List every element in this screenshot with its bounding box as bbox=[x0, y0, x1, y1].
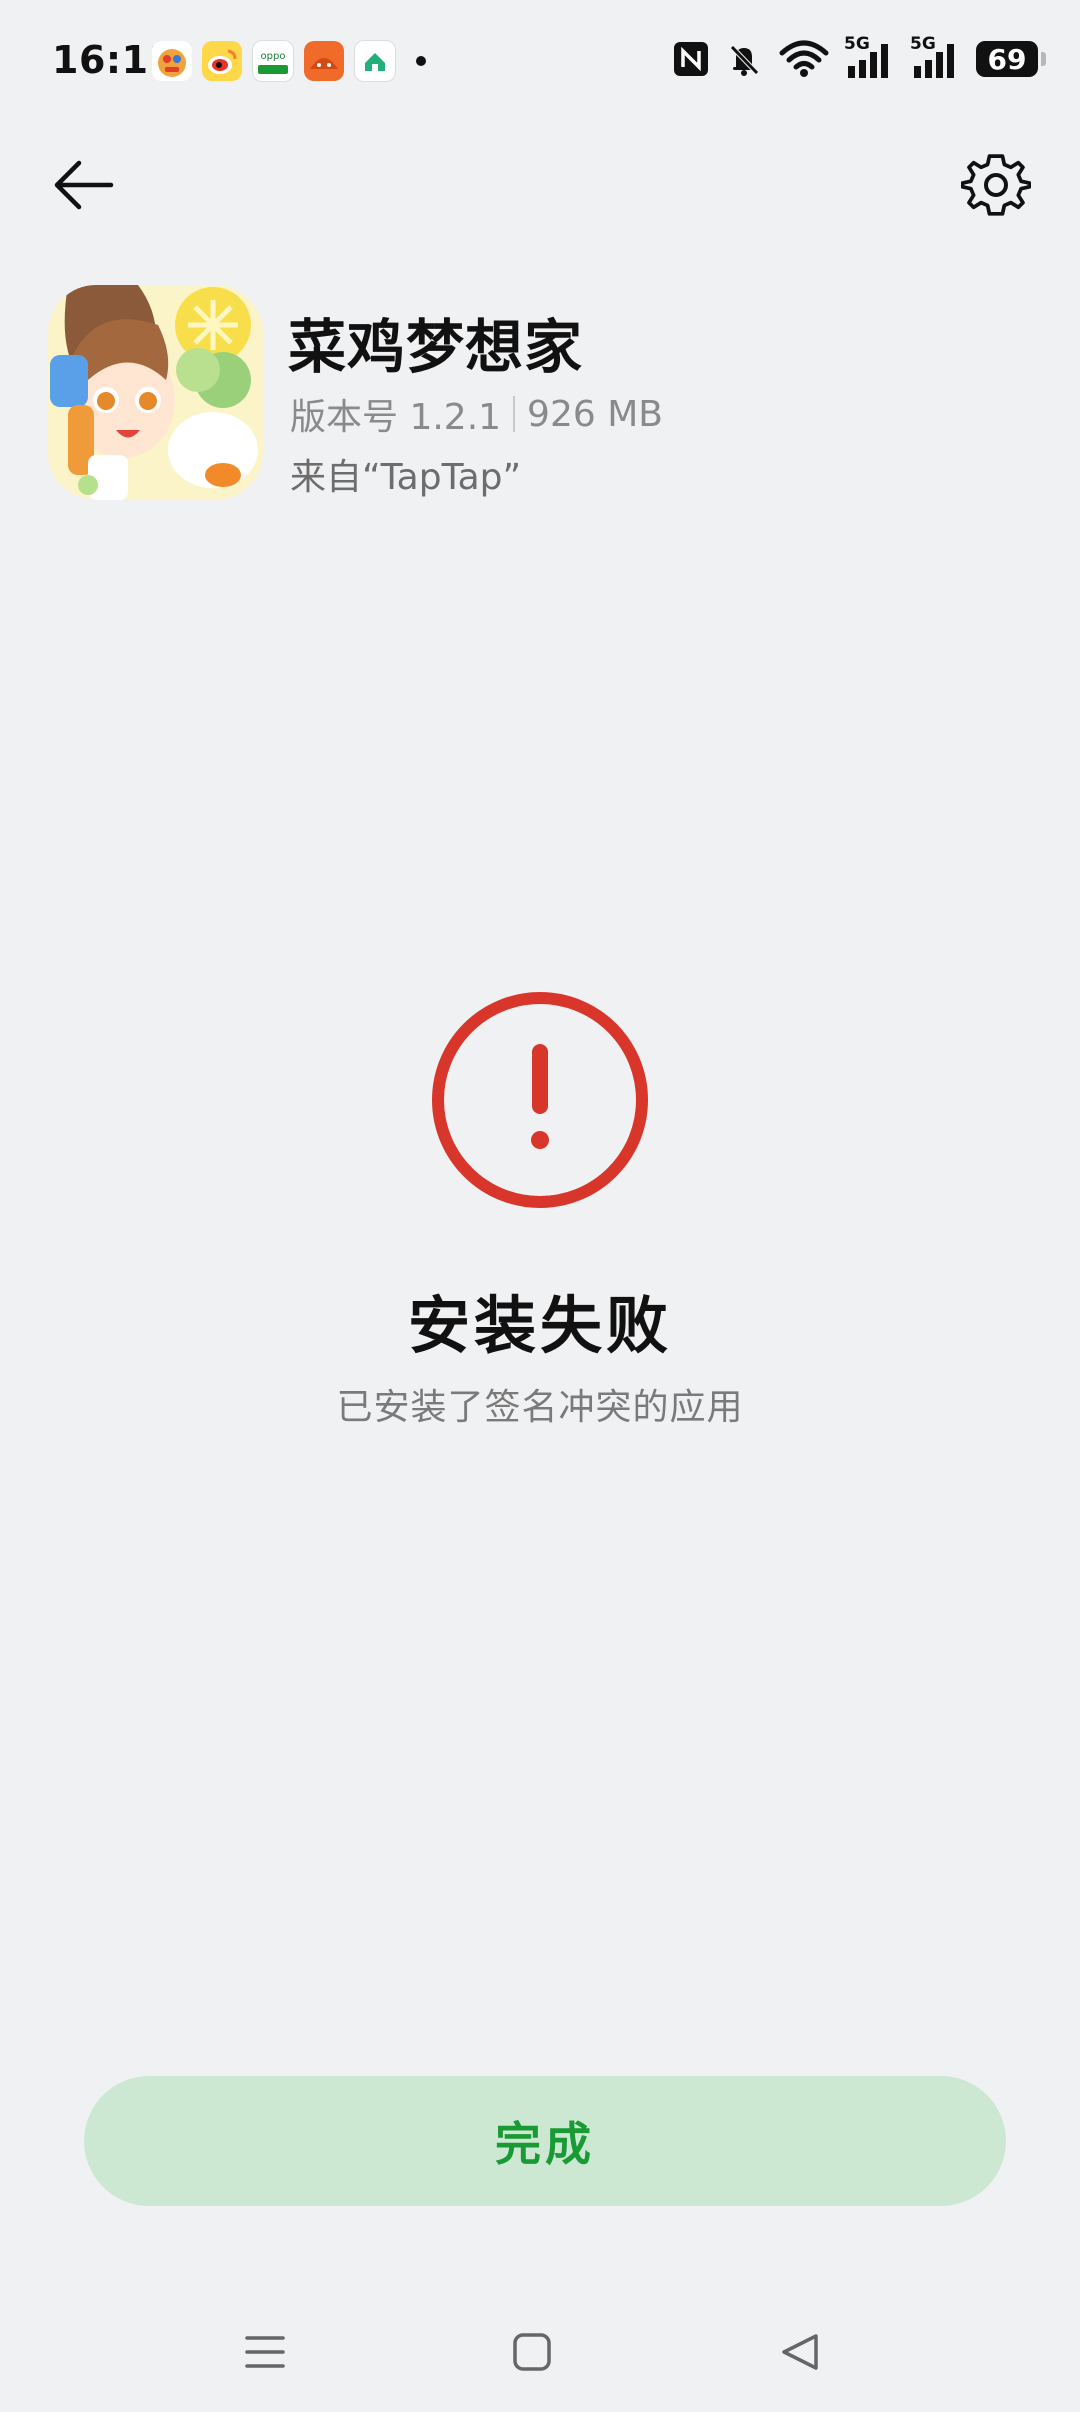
oppo-notification-icon: oppo bbox=[252, 40, 294, 82]
weibo-notification-icon bbox=[202, 41, 242, 81]
svg-text:oppo: oppo bbox=[261, 51, 286, 62]
app-name: 菜鸡梦想家 bbox=[288, 313, 584, 381]
triangle-back-icon bbox=[782, 2334, 818, 2370]
home-app-notification-icon bbox=[354, 40, 396, 82]
app-source: 来自“TapTap” bbox=[290, 457, 522, 498]
app-size: 926 MB bbox=[527, 393, 663, 435]
mute-icon bbox=[724, 39, 764, 79]
wifi-icon bbox=[778, 39, 830, 79]
more-notifications-dot bbox=[416, 56, 426, 66]
done-button[interactable]: 完成 bbox=[84, 2076, 1006, 2206]
back-button[interactable] bbox=[44, 150, 124, 220]
cell-signal-icon-2: 5G bbox=[910, 34, 962, 80]
nfc-icon bbox=[672, 40, 710, 78]
status-title: 安装失败 bbox=[407, 1289, 672, 1362]
system-icons: 5G 5G 69 bbox=[672, 34, 1046, 80]
exclamation-circle-icon bbox=[432, 992, 648, 1208]
system-nav-bar bbox=[0, 2300, 1080, 2412]
status-bar: 16:11 oppo 5G 5G 69 bbox=[0, 0, 1080, 124]
app-version: 版本号 1.2.1 bbox=[290, 397, 502, 438]
cell-signal-icon-1: 5G bbox=[844, 34, 896, 80]
gear-icon bbox=[961, 154, 1031, 216]
nav-home-button[interactable] bbox=[502, 2322, 562, 2382]
status-subtitle: 已安装了签名冲突的应用 bbox=[336, 1387, 744, 1428]
battery-level: 69 bbox=[987, 42, 1027, 76]
square-home-icon bbox=[513, 2333, 551, 2371]
notification-app-icon bbox=[152, 41, 192, 81]
app-meta: 版本号 1.2.1 926 MB bbox=[290, 388, 663, 440]
menu-icon bbox=[245, 2336, 285, 2368]
app-icon bbox=[48, 285, 263, 500]
game-notification-icon bbox=[304, 41, 344, 81]
battery-indicator: 69 bbox=[976, 41, 1046, 77]
notification-icons: oppo bbox=[152, 40, 426, 82]
meta-divider bbox=[513, 396, 516, 432]
nav-back-button[interactable] bbox=[770, 2322, 830, 2382]
settings-button[interactable] bbox=[956, 145, 1036, 225]
arrow-left-icon bbox=[54, 160, 114, 210]
nav-menu-button[interactable] bbox=[235, 2322, 295, 2382]
